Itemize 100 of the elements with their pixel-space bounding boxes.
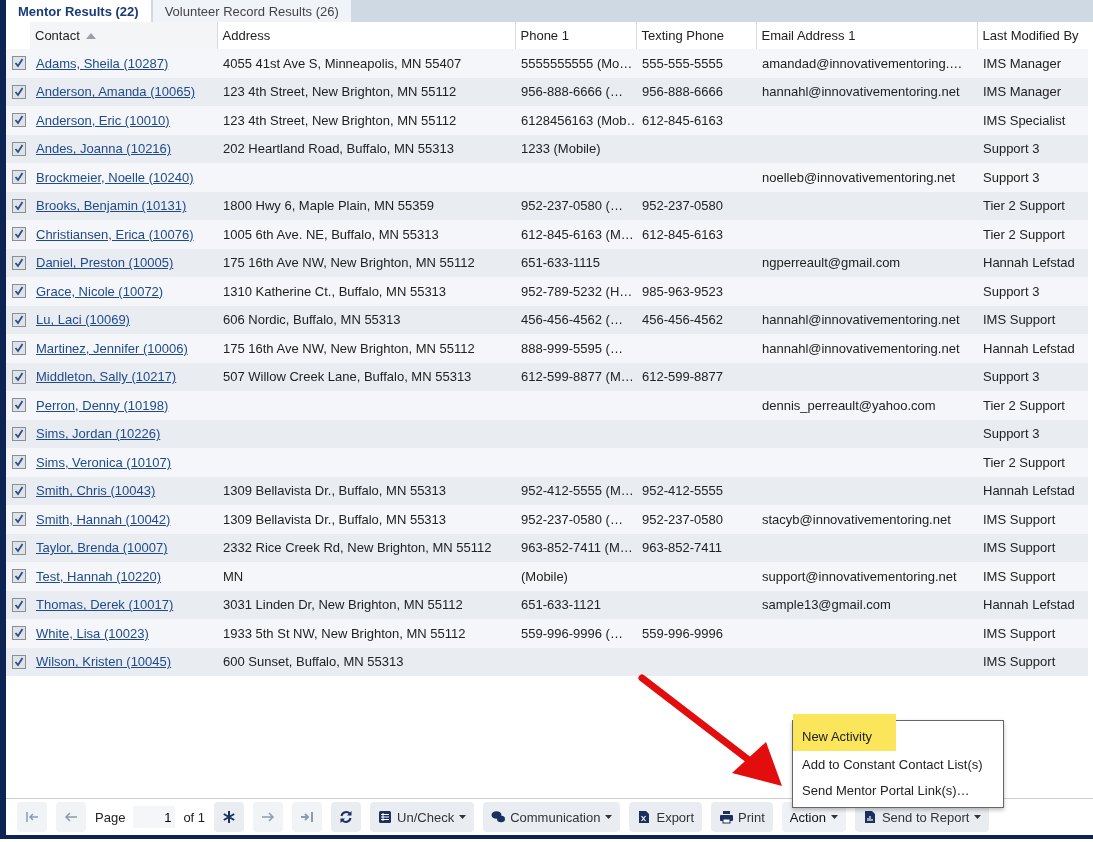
toolbar-button[interactable]: Export [629,802,703,832]
column-header[interactable]: Last Modified By [982,28,1079,43]
column-header[interactable]: Texting Phone [641,28,724,43]
toolbar-button[interactable]: Print [711,802,773,832]
table-cell: 956-888-6666 (… [521,84,623,100]
checkbox[interactable] [12,284,26,299]
checkbox[interactable] [12,398,26,413]
checkbox[interactable] [12,56,26,71]
checkbox[interactable] [12,455,26,470]
checkbox[interactable] [12,654,26,669]
right-arrow-icon [261,810,276,824]
table-cell: 1309 Bellavista Dr., Buffalo, MN 55313 [223,483,447,499]
table-cell: 6128456163 (Mob… [521,112,636,128]
toolbar-button[interactable]: Un/Check [370,802,475,832]
last-page-icon [300,810,315,824]
checkbox[interactable] [12,113,26,128]
table-cell: 952-237-0580 [642,198,723,214]
table-cell: (Mobile) [521,568,568,584]
checkbox[interactable] [12,341,26,356]
table-cell: 952-412-5555 [642,483,723,499]
checkbox[interactable] [12,540,26,555]
table-cell: 202 Heartland Road, Buffalo, MN 55313 [223,141,455,157]
sort-ascending-icon [85,32,96,39]
left-arrow-icon [64,810,78,824]
table-cell: IMS Support [983,511,1056,527]
table-cell: 963-852-7411 (M… [521,540,633,556]
page-number-field[interactable]: 1 [133,806,176,828]
page-total: of 1 [183,809,206,825]
checkbox[interactable] [12,626,26,641]
checkbox[interactable] [12,426,26,441]
checkbox[interactable] [12,84,26,99]
table-cell: 559-996-9996 [642,625,723,641]
page-label: Page [95,809,126,825]
table-cell: Support 3 [983,141,1040,157]
toolbar-button[interactable]: Communication [483,802,621,832]
checkbox[interactable] [12,141,26,156]
table-cell: 612-599-8877 [642,369,723,385]
table-cell: 5555555555 (Mo… [521,55,633,71]
table-cell: hannahl@innovativementoring.net [762,312,960,328]
table-cell: IMS Specialist [983,112,1066,128]
checkbox[interactable] [12,198,26,213]
table-cell: 606 Nordic, Buffalo, MN 55313 [223,312,401,328]
table-cell: Support 3 [983,283,1040,299]
menu-item[interactable]: Send Mentor Portal Link(s)… [793,777,979,803]
table-cell: 612-599-8877 (M… [521,369,634,385]
asterisk-button[interactable] [214,802,245,832]
table-cell: 956-888-6666 [642,84,723,100]
table-cell: stacyb@innovativementoring.net [762,511,951,527]
tab[interactable]: Mentor Results (22) [6,0,151,22]
column-header[interactable]: Phone 1 [520,28,569,43]
refresh-button[interactable] [331,802,362,832]
table-cell: 985-963-9523 [642,283,723,299]
table-cell: 1800 Hwy 6, Maple Plain, MN 55359 [223,198,434,214]
table-cell: 651-633-1115 [521,255,601,271]
checkbox[interactable] [12,569,26,584]
table-cell: Tier 2 Support [983,397,1065,413]
refresh-icon [339,810,354,824]
checkbox[interactable] [12,255,26,270]
first-page-icon [25,810,39,824]
table-cell: 456-456-4562 [642,312,723,328]
checkbox[interactable] [12,597,26,612]
table-cell: noelleb@innovativementoring.net [762,169,956,185]
table-cell: 175 16th Ave NW, New Brighton, MN 55112 [223,340,475,356]
column-header[interactable]: Address [222,28,271,43]
menu-item[interactable]: New Activity [793,714,897,751]
column-header[interactable]: Contact [35,28,96,43]
checkbox[interactable] [12,170,26,185]
table-cell: 963-852-7411 [642,540,722,556]
checkbox[interactable] [12,312,26,327]
column-header[interactable]: Email Address 1 [761,28,856,43]
table-cell: ngperreault@gmail.com [762,255,901,271]
table-cell: IMS Support [983,625,1056,641]
table-cell: IMS Manager [983,55,1062,71]
table-cell: IMS Support [983,654,1056,670]
asterisk-icon [222,810,237,824]
table-cell: IMS Manager [983,84,1062,100]
checkbox[interactable] [12,227,26,242]
table-cell: Hannah Lefstad [983,340,1075,356]
printer-icon [719,810,734,824]
table-cell: 600 Sunset, Buffalo, MN 55313 [223,654,404,670]
caret-icon [459,815,467,819]
table-cell: MN [223,568,244,584]
table-cell: hannahl@innovativementoring.net [762,340,960,356]
checkbox[interactable] [12,369,26,384]
table-cell: 612-845-6163 [642,226,723,242]
table-cell: Hannah Lefstad [983,255,1075,271]
tab[interactable]: Volunteer Record Results (26) [152,0,351,22]
table-cell: 1310 Katherine Ct., Buffalo, MN 55313 [223,283,447,299]
table-cell: 952-237-0580 (… [521,198,623,214]
table-cell: 952-789-5232 (H… [521,283,633,299]
table-cell: 4055 41st Ave S, Minneapolis, MN 55407 [223,55,462,71]
table-cell: support@innovativementoring.net [762,568,957,584]
caret-icon [605,815,613,819]
table-cell: 1233 (Mobile) [521,141,601,157]
table-cell: 1933 5th St NW, New Brighton, MN 55112 [223,625,466,641]
table-cell: Support 3 [983,169,1040,185]
checkbox[interactable] [12,483,26,498]
table-cell: 507 Willow Creek Lane, Buffalo, MN 55313 [223,369,472,385]
menu-item[interactable]: Add to Constant Contact List(s) [793,751,992,777]
checkbox[interactable] [12,512,26,527]
